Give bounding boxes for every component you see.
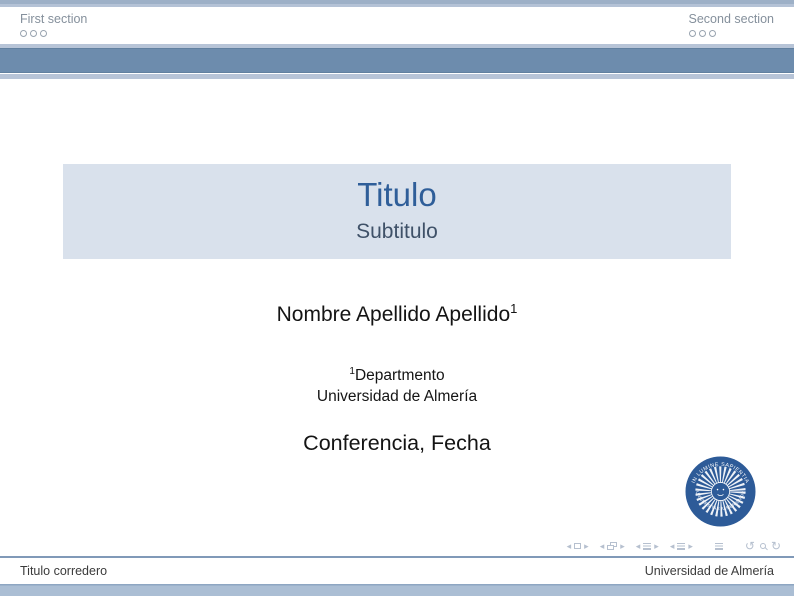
section-icon[interactable] xyxy=(677,543,685,550)
prev-section-icon[interactable]: ◂ xyxy=(670,541,675,551)
subsection-nav-group: ◂ ▸ xyxy=(636,541,659,551)
section-second-progress xyxy=(689,30,716,37)
section-progress-dot[interactable] xyxy=(709,30,716,37)
section-progress-dot[interactable] xyxy=(40,30,47,37)
section-progress-dot[interactable] xyxy=(689,30,696,37)
footline-short-title: Titulo corredero xyxy=(20,564,107,578)
section-progress-dot[interactable] xyxy=(699,30,706,37)
next-frame-icon[interactable]: ▸ xyxy=(620,541,625,551)
section-second-label[interactable]: Second section xyxy=(689,12,774,26)
next-subsection-icon[interactable]: ▸ xyxy=(654,541,659,551)
next-section-icon[interactable]: ▸ xyxy=(688,541,693,551)
institute-department: Departmento xyxy=(355,367,445,384)
prev-frame-icon[interactable]: ◂ xyxy=(600,541,605,551)
presentation-nav-group xyxy=(715,543,723,550)
bottom-accent-bar xyxy=(0,584,794,596)
accent-bar-underline xyxy=(0,74,794,79)
navigation-symbols: ◂ ▸ ◂ ▸ ◂ ▸ ◂ ▸ ↺ ↻ xyxy=(556,540,781,552)
section-first-progress xyxy=(20,30,47,37)
main-accent-bar xyxy=(0,48,794,73)
section-progress-dot[interactable] xyxy=(20,30,27,37)
footline-institution: Universidad de Almería xyxy=(645,564,774,578)
section-nav-group: ◂ ▸ xyxy=(670,541,693,551)
footline-separator xyxy=(0,556,794,558)
next-slide-icon[interactable]: ▸ xyxy=(584,541,589,551)
presentation-icon[interactable] xyxy=(715,543,723,550)
institute-university: Universidad de Almería xyxy=(0,386,794,407)
author-name: Nombre Apellido Apellido xyxy=(277,303,510,326)
author-line: Nombre Apellido Apellido1 xyxy=(0,301,794,327)
slide-icon[interactable] xyxy=(574,543,581,549)
subsection-icon[interactable] xyxy=(643,543,651,550)
top-accent-bar xyxy=(0,0,794,7)
search-icon[interactable] xyxy=(760,543,766,549)
go-back-icon[interactable]: ↺ xyxy=(745,540,755,552)
beamer-title-slide: First section Second section Titulo Subt… xyxy=(0,0,794,596)
institute-block: 1Departmento Universidad de Almería xyxy=(0,361,794,407)
slide-nav-group: ◂ ▸ xyxy=(567,541,589,551)
prev-slide-icon[interactable]: ◂ xyxy=(567,541,572,551)
slide-title: Titulo xyxy=(63,177,731,213)
author-footnote-mark: 1 xyxy=(510,301,517,316)
university-seal-logo: IN LUMINE SAPIENTIA UNIVERSITAS ALMERIEN… xyxy=(685,456,756,527)
frame-icon[interactable] xyxy=(607,542,617,550)
header-section-first[interactable]: First section xyxy=(20,12,87,37)
go-forward-icon[interactable]: ↻ xyxy=(771,540,781,552)
header-section-second[interactable]: Second section xyxy=(689,12,774,37)
prev-subsection-icon[interactable]: ◂ xyxy=(636,541,641,551)
history-nav-group: ↺ ↻ xyxy=(745,540,781,552)
institute-department-line: 1Departmento xyxy=(0,361,794,386)
title-box: Titulo Subtitulo xyxy=(63,164,731,259)
section-progress-dot[interactable] xyxy=(30,30,37,37)
slide-subtitle: Subtitulo xyxy=(63,220,731,244)
conference-date: Conferencia, Fecha xyxy=(0,431,794,456)
frame-nav-group: ◂ ▸ xyxy=(600,541,625,551)
section-first-label[interactable]: First section xyxy=(20,12,87,26)
